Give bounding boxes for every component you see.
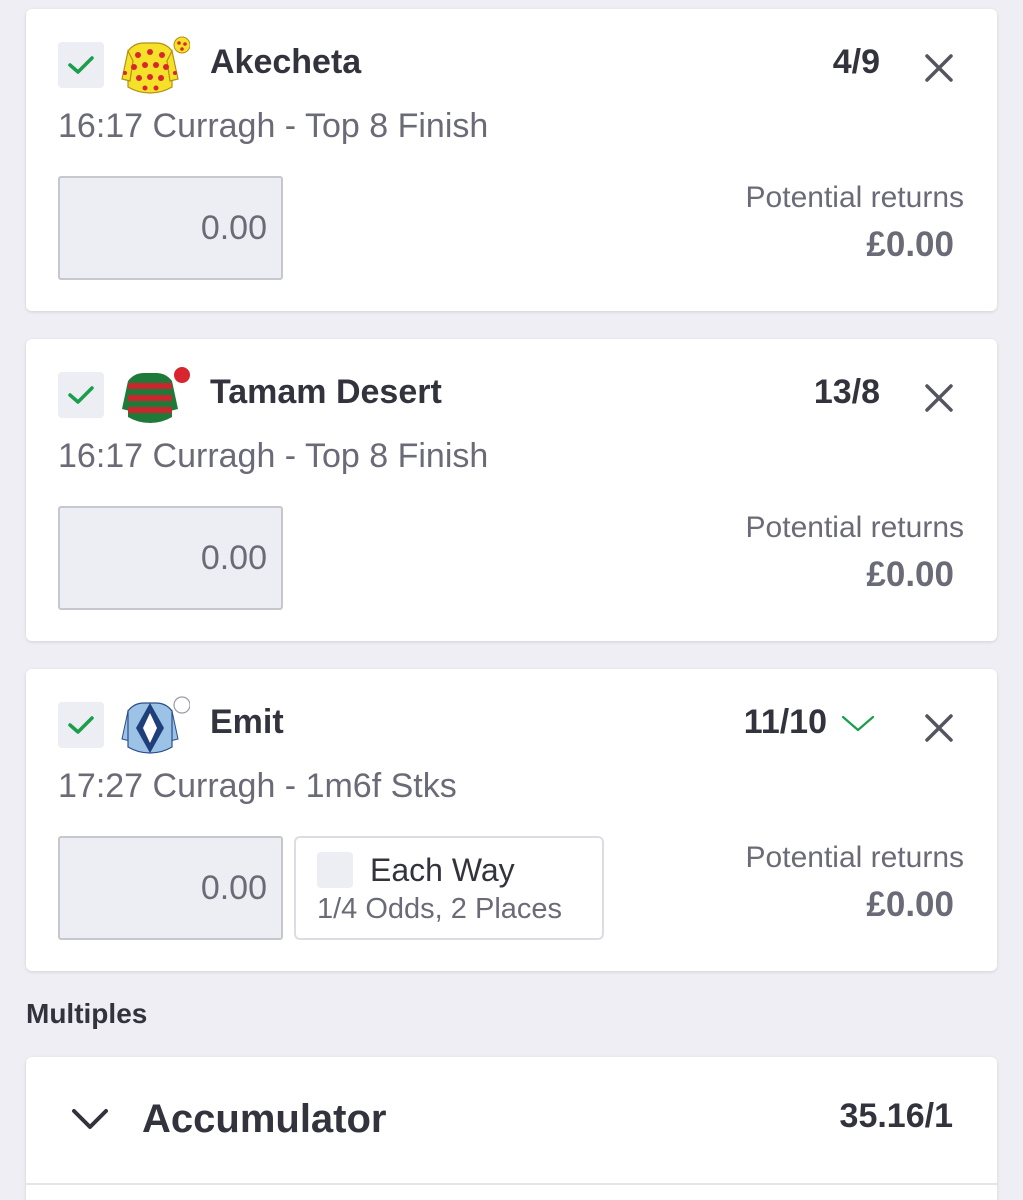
accumulator-title: Accumulator (142, 1097, 387, 1141)
selection-card-tamam-desert: Tamam Desert 13/8 16:17 Curragh - Top 8 … (26, 339, 997, 641)
each-way-toggle[interactable]: Each Way 1/4 Odds, 2 Places (294, 836, 604, 940)
accumulator-card[interactable]: Accumulator 35.16/1 (26, 1057, 997, 1200)
check-icon (68, 56, 94, 74)
multiples-heading: Multiples (26, 998, 148, 1029)
each-way-label: Each Way (370, 852, 515, 888)
bet-slip: Akecheta 4/9 16:17 Curragh - Top 8 Finis… (0, 0, 1023, 1200)
horse-name: Tamam Desert (210, 373, 442, 411)
odds-drifting-chevron-icon (841, 715, 875, 732)
green-red-hoops-silks-icon (122, 367, 190, 423)
yellow-red-spots-silks-icon (121, 36, 190, 94)
chevron-down-icon[interactable] (70, 1103, 110, 1135)
potential-returns-value: £0.00 (866, 225, 954, 264)
selection-checkbox[interactable] (58, 372, 104, 418)
odds[interactable]: 4/9 (833, 43, 880, 82)
horse-name: Akecheta (210, 43, 362, 81)
selection-checkbox[interactable] (58, 702, 104, 748)
potential-returns-label: Potential returns (745, 511, 964, 544)
remove-selection-button[interactable] (922, 381, 956, 415)
selection-checkbox[interactable] (58, 42, 104, 88)
divider (26, 1183, 997, 1185)
close-icon (925, 714, 953, 742)
check-icon (68, 716, 94, 734)
check-icon (68, 386, 94, 404)
stake-input[interactable]: 0.00 (58, 176, 283, 280)
each-way-terms: 1/4 Odds, 2 Places (317, 893, 563, 925)
horse-name: Emit (210, 703, 284, 741)
potential-returns-value: £0.00 (866, 555, 954, 594)
event-details: 17:27 Curragh - 1m6f Stks (58, 767, 457, 805)
potential-returns-label: Potential returns (745, 181, 964, 214)
stake-input[interactable]: 0.00 (58, 506, 283, 610)
each-way-checkbox[interactable] (317, 852, 353, 888)
close-icon (925, 384, 953, 412)
blue-diamonds-silks-icon (121, 696, 190, 754)
event-details: 16:17 Curragh - Top 8 Finish (58, 437, 489, 475)
selection-card-emit: Emit 11/10 17:27 Curragh - 1m6f Stks 0.0… (26, 669, 997, 971)
stake-input[interactable]: 0.00 (58, 836, 283, 940)
accumulator-odds: 35.16/1 (839, 1097, 953, 1135)
close-icon (925, 54, 953, 82)
remove-selection-button[interactable] (922, 711, 956, 745)
potential-returns-label: Potential returns (745, 841, 964, 874)
odds[interactable]: 13/8 (814, 373, 880, 412)
selection-card-akecheta: Akecheta 4/9 16:17 Curragh - Top 8 Finis… (26, 9, 997, 311)
potential-returns-value: £0.00 (866, 885, 954, 924)
remove-selection-button[interactable] (922, 51, 956, 85)
event-details: 16:17 Curragh - Top 8 Finish (58, 107, 489, 145)
odds[interactable]: 11/10 (744, 703, 827, 742)
